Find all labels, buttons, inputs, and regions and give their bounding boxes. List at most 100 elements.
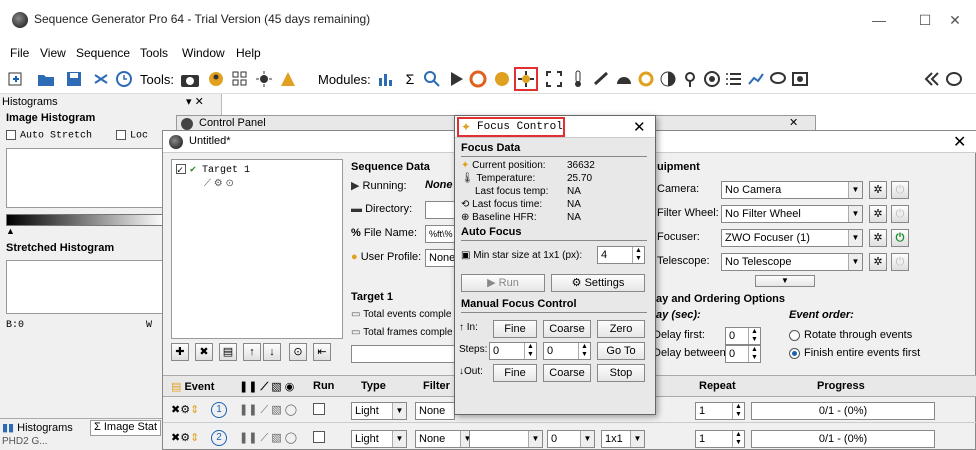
- event-row-icons[interactable]: ✖⚙⇕: [171, 403, 199, 416]
- lock-checkbox[interactable]: Loc: [116, 130, 148, 142]
- event-type-select[interactable]: Light ▼: [351, 430, 407, 448]
- steps-input-2[interactable]: 0 ▲ ▼: [543, 342, 591, 360]
- copy-target-button[interactable]: ▤: [219, 343, 237, 361]
- equipment-expand-button[interactable]: ▼: [755, 275, 815, 287]
- target-tree-item[interactable]: ✓ ✔ Target 1: [176, 164, 250, 177]
- focuser-settings-button[interactable]: ✲: [869, 229, 887, 247]
- event-run-checkbox[interactable]: [313, 431, 329, 444]
- menu-file[interactable]: File: [10, 46, 29, 60]
- coarse-out-button[interactable]: Coarse: [543, 364, 591, 382]
- delay-between-input[interactable]: 0 ▲ ▼: [725, 345, 761, 363]
- thermometer-module-icon[interactable]: [568, 69, 588, 89]
- user-profile-input[interactable]: None: [425, 249, 455, 267]
- minimize-button[interactable]: —: [856, 8, 902, 32]
- brightness-tool-icon[interactable]: [254, 69, 274, 89]
- warning-tool-icon[interactable]: [278, 69, 298, 89]
- camera-select[interactable]: No Camera ▼: [721, 181, 863, 199]
- tab-image-stat[interactable]: Σ Image Stat: [90, 420, 162, 436]
- camera-settings-button[interactable]: ✲: [869, 181, 887, 199]
- collapse-icon[interactable]: [922, 69, 942, 89]
- focus-settings-button[interactable]: ⚙ Settings: [551, 274, 645, 292]
- sigma-module-icon[interactable]: Σ: [400, 69, 420, 89]
- event-type-select[interactable]: Light ▼: [351, 402, 407, 420]
- goto-button[interactable]: Go To: [597, 342, 645, 360]
- expand-module-icon[interactable]: [544, 69, 564, 89]
- list-module-icon[interactable]: [724, 69, 744, 89]
- event-row-icons[interactable]: ✖⚙⇕: [171, 431, 199, 444]
- save-icon[interactable]: [64, 69, 84, 89]
- close-button[interactable]: ✕: [932, 8, 976, 32]
- profile-tool-icon[interactable]: [206, 69, 226, 89]
- chart-module-icon[interactable]: [746, 69, 766, 89]
- focuser-connect-button[interactable]: ⏻: [891, 229, 909, 247]
- file-name-input[interactable]: %ft\%: [425, 225, 455, 243]
- sync-module-icon[interactable]: [468, 69, 488, 89]
- tab-histograms[interactable]: ▮▮ Histograms: [2, 421, 73, 434]
- histogram-module-icon[interactable]: [376, 69, 396, 89]
- menu-tools[interactable]: Tools: [140, 46, 168, 60]
- add-target-button[interactable]: ✚: [171, 343, 189, 361]
- event-repeat-input[interactable]: 1 ▲ ▼: [695, 430, 745, 448]
- event-filter-select[interactable]: None: [415, 402, 455, 420]
- telescope-connect-button[interactable]: ⏻: [891, 253, 909, 271]
- menu-window[interactable]: Window: [182, 46, 225, 60]
- target-module-icon[interactable]: [702, 69, 722, 89]
- planet-module-icon[interactable]: [492, 69, 512, 89]
- filter-wheel-select[interactable]: No Filter Wheel ▼: [721, 205, 863, 223]
- dock-close-button[interactable]: ▾ ✕: [186, 95, 204, 108]
- zero-button[interactable]: Zero: [597, 320, 645, 338]
- delay-first-input[interactable]: 0 ▲ ▼: [725, 327, 761, 345]
- min-star-input[interactable]: 4 ▲ ▼: [597, 246, 645, 264]
- event-action-icons[interactable]: ❚❚ ⟋ ▧ ◯: [239, 403, 297, 417]
- telescope-module-icon[interactable]: [592, 69, 612, 89]
- location-module-icon[interactable]: [680, 69, 700, 89]
- run-autofocus-button[interactable]: ▶ Run: [461, 274, 545, 292]
- control-panel-close[interactable]: ✕: [789, 116, 798, 129]
- focuser-select[interactable]: ZWO Focuser (1) ▼: [721, 229, 863, 247]
- event-exposure-select[interactable]: 0 ▼: [547, 430, 595, 448]
- event-action-icons[interactable]: ❚❚ ⟋ ▧ ◯: [239, 431, 297, 445]
- directory-input[interactable]: [425, 201, 455, 219]
- zoom-module-icon[interactable]: [422, 69, 442, 89]
- move-down-button[interactable]: ↓: [263, 343, 281, 361]
- focus-module-icon[interactable]: [514, 67, 538, 91]
- move-up-button[interactable]: ↑: [243, 343, 261, 361]
- focus-control-close[interactable]: ✕: [633, 118, 646, 136]
- target-extra-button[interactable]: ⇤: [313, 343, 331, 361]
- grid-tool-icon[interactable]: [230, 69, 250, 89]
- event-exposure-filter-select[interactable]: ▼: [469, 430, 543, 448]
- stop-button[interactable]: Stop: [597, 364, 645, 382]
- delete-target-button[interactable]: ✖: [195, 343, 213, 361]
- camera-connect-button[interactable]: ⏻: [891, 181, 909, 199]
- open-folder-icon[interactable]: [36, 69, 56, 89]
- event-filter-select[interactable]: None ▼: [415, 430, 475, 448]
- chat-module-icon[interactable]: [768, 69, 788, 89]
- telescope-settings-button[interactable]: ✲: [869, 253, 887, 271]
- fine-in-button[interactable]: Fine: [493, 320, 537, 338]
- finish-events-radio[interactable]: Finish entire events first: [789, 347, 920, 359]
- new-sequence-icon[interactable]: [6, 69, 26, 89]
- camera-tool-icon[interactable]: [180, 69, 200, 89]
- telescope-select[interactable]: No Telescope ▼: [721, 253, 863, 271]
- clock-icon[interactable]: [114, 69, 134, 89]
- menu-help[interactable]: Help: [236, 46, 261, 60]
- filter-wheel-connect-button[interactable]: ⏻: [891, 205, 909, 223]
- play-module-icon[interactable]: [446, 69, 466, 89]
- contrast-module-icon[interactable]: [658, 69, 678, 89]
- menu-view[interactable]: View: [40, 46, 66, 60]
- coarse-in-button[interactable]: Coarse: [543, 320, 591, 338]
- image-module-icon[interactable]: [790, 69, 810, 89]
- event-repeat-input[interactable]: 1 ▲ ▼: [695, 402, 745, 420]
- black-point-marker[interactable]: ▲: [6, 226, 15, 236]
- rotate-events-radio[interactable]: Rotate through events: [789, 329, 912, 341]
- fine-out-button[interactable]: Fine: [493, 364, 537, 382]
- event-run-checkbox[interactable]: [313, 403, 329, 416]
- auto-stretch-checkbox[interactable]: Auto Stretch: [6, 130, 92, 142]
- event-binning-select[interactable]: 1x1 ▼: [601, 430, 645, 448]
- sequence-window-close[interactable]: ✕: [953, 132, 966, 152]
- ring-module-icon[interactable]: [636, 69, 656, 89]
- target-notes-input[interactable]: [351, 345, 455, 363]
- target-clock-button[interactable]: ⊙: [289, 343, 307, 361]
- more-icon[interactable]: [944, 69, 964, 89]
- table-row[interactable]: ✖⚙⇕ 2 ❚❚ ⟋ ▧ ◯ Light ▼ None ▼ ▼ 0 ▼ 1x1 ▼ 1 ▲…: [163, 427, 976, 450]
